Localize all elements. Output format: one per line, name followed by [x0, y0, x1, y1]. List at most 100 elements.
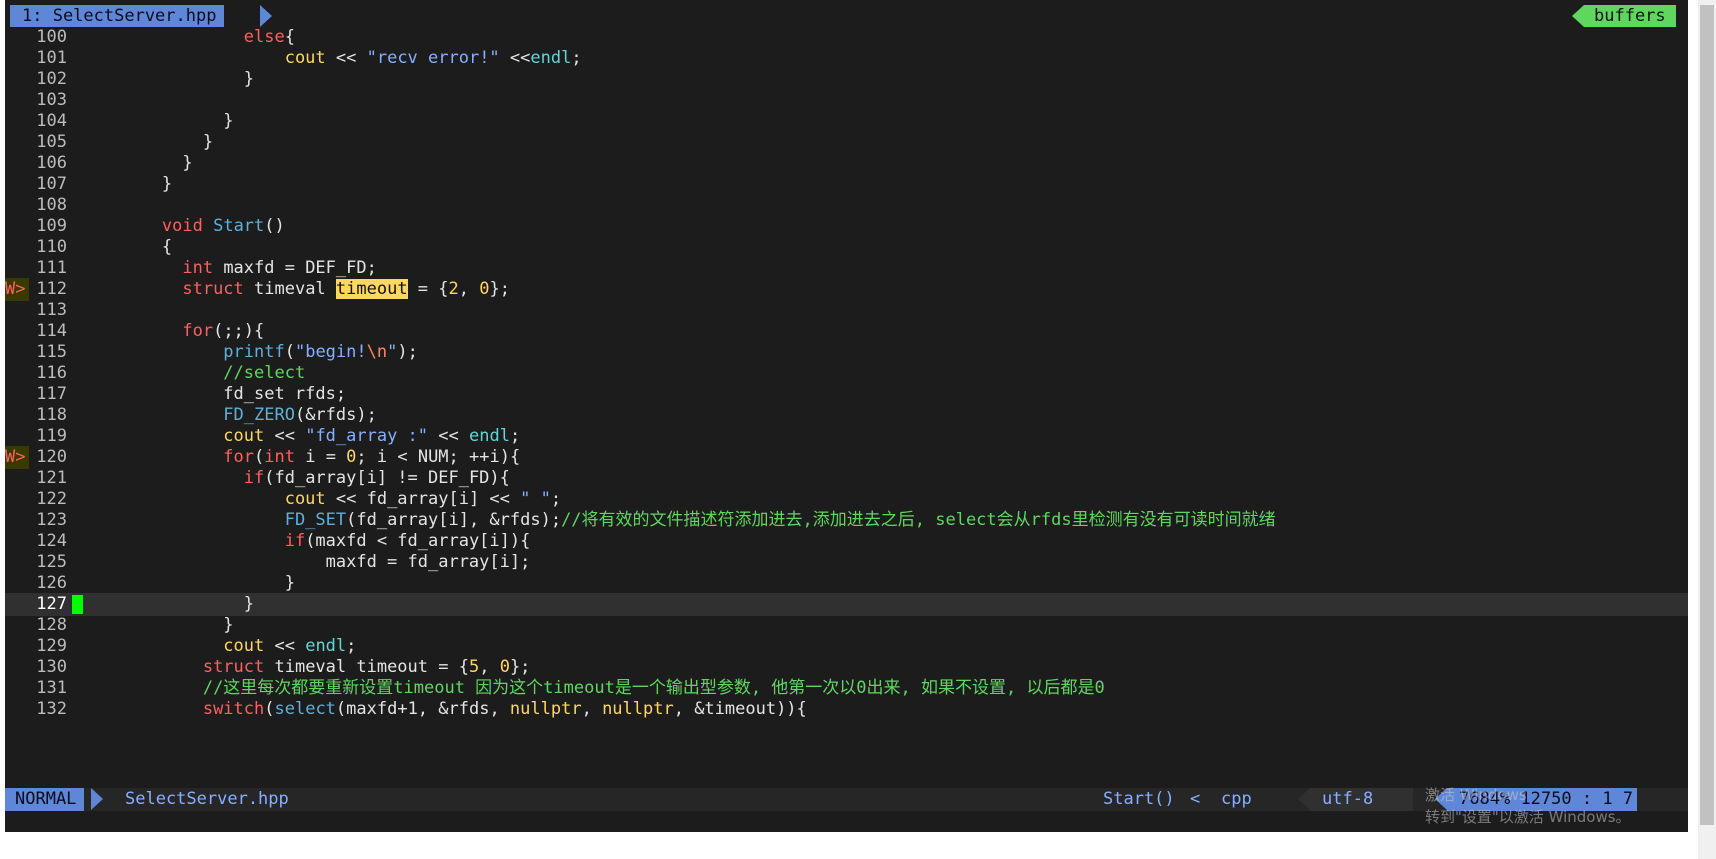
statusline: NORMAL SelectServer.hpp Start() < cpp ut…: [5, 788, 1688, 811]
line-number: 132: [36, 699, 67, 719]
code-text: switch(select(maxfd+1, &rfds, nullptr, n…: [202, 699, 807, 719]
code-line[interactable]: 100 else{: [5, 26, 1688, 49]
line-number: 100: [36, 27, 67, 47]
status-percent: 7684%: [1459, 789, 1511, 809]
status-position: 7684% 12750 : 1 7: [1447, 788, 1638, 811]
code-line[interactable]: 102 }: [5, 68, 1688, 91]
code-line[interactable]: 128 }: [5, 614, 1688, 637]
code-line[interactable]: 116 //select: [5, 362, 1688, 385]
code-text: }: [80, 69, 254, 89]
line-number: 130: [36, 657, 67, 677]
code-line[interactable]: 110 {: [5, 236, 1688, 259]
code-text: }: [80, 132, 214, 152]
code-text: }: [80, 153, 193, 173]
scrollbar-thumb[interactable]: [1700, 5, 1714, 825]
line-number: 107: [36, 174, 67, 194]
code-line[interactable]: W> 112 struct timeval timeout = {2, 0};: [5, 278, 1688, 301]
code-text: cout << endl;: [223, 636, 357, 656]
code-line[interactable]: 106 }: [5, 152, 1688, 175]
code-line[interactable]: 119 cout << "fd_array :" << endl;: [5, 425, 1688, 448]
code-line[interactable]: 126 }: [5, 572, 1688, 595]
line-number: 123: [36, 510, 67, 530]
mode-indicator: NORMAL: [5, 788, 85, 811]
code-text: for(;;){: [182, 321, 265, 341]
position-wedge-icon: [1435, 788, 1447, 810]
warning-sign-icon: W>: [5, 446, 29, 469]
tab-selectserver[interactable]: 1: SelectServer.hpp: [10, 5, 225, 27]
code-line[interactable]: 113: [5, 299, 1688, 322]
code-text: if(maxfd < fd_array[i]){: [284, 531, 531, 551]
status-line-col: 12750 : 1 7: [1520, 789, 1634, 809]
code-line[interactable]: 127 }: [5, 593, 1688, 616]
line-number: 115: [36, 342, 67, 362]
line-number: 119: [36, 426, 67, 446]
code-line[interactable]: 129 cout << endl;: [5, 635, 1688, 658]
code-text: void Start(): [161, 216, 285, 236]
code-text: if(fd_array[i] != DEF_FD){: [243, 468, 510, 488]
buffers-label[interactable]: buffers: [1584, 5, 1676, 27]
line-number: 103: [36, 90, 67, 110]
line-number: 111: [36, 258, 67, 278]
line-number: 127: [36, 594, 67, 614]
line-number: 109: [36, 216, 67, 236]
code-text: maxfd = fd_array[i];: [80, 552, 531, 572]
code-text: struct timeval timeout = {2, 0};: [182, 279, 510, 299]
code-text: }: [80, 111, 234, 131]
code-text: }: [80, 615, 234, 635]
code-text: int maxfd = DEF_FD;: [182, 258, 377, 278]
code-text: else{: [243, 27, 295, 47]
line-number: 110: [36, 237, 67, 257]
code-line[interactable]: 124 if(maxfd < fd_array[i]){: [5, 530, 1688, 553]
line-number: 120: [36, 447, 67, 467]
line-number: 108: [36, 195, 67, 215]
line-number: 124: [36, 531, 67, 551]
code-text: FD_ZERO(&rfds);: [223, 405, 377, 425]
line-number: 105: [36, 132, 67, 152]
line-number: 114: [36, 321, 67, 341]
line-number: 121: [36, 468, 67, 488]
code-line[interactable]: 130 struct timeval timeout = {5, 0};: [5, 656, 1688, 679]
line-number: 126: [36, 573, 67, 593]
status-filetype: cpp: [1221, 789, 1252, 809]
line-number: 106: [36, 153, 67, 173]
line-number: 112: [36, 279, 67, 299]
code-line[interactable]: 108: [5, 194, 1688, 217]
buffers-arrow-icon: [1572, 5, 1584, 27]
line-number: 101: [36, 48, 67, 68]
status-encoding: utf-8: [1310, 788, 1414, 811]
code-text: fd_set rfds;: [80, 384, 347, 404]
code-line[interactable]: 111 int maxfd = DEF_FD;: [5, 257, 1688, 280]
line-number: 102: [36, 69, 67, 89]
code-text: }: [80, 573, 295, 593]
code-text: }: [80, 594, 254, 614]
code-line[interactable]: 104 }: [5, 110, 1688, 133]
line-number: 118: [36, 405, 67, 425]
code-line[interactable]: 109 void Start(): [5, 215, 1688, 238]
code-line[interactable]: 105 }: [5, 131, 1688, 154]
code-line[interactable]: 122 cout << fd_array[i] << " ";: [5, 488, 1688, 511]
code-line[interactable]: 123 FD_SET(fd_array[i], &rfds);//将有效的文件描…: [5, 509, 1688, 532]
mode-arrow-icon: [91, 788, 103, 810]
code-text: cout << fd_array[i] << " ";: [284, 489, 562, 509]
code-line[interactable]: 121 if(fd_array[i] != DEF_FD){: [5, 467, 1688, 490]
code-line[interactable]: 107 }: [5, 173, 1688, 196]
code-line[interactable]: 125 maxfd = fd_array[i];: [5, 551, 1688, 574]
code-line[interactable]: W> 120 for(int i = 0; i < NUM; ++i){: [5, 446, 1688, 469]
line-number: 116: [36, 363, 67, 383]
chevron-left-icon: <: [1190, 789, 1201, 809]
code-line[interactable]: 101 cout << "recv error!" <<endl;: [5, 47, 1688, 70]
code-line[interactable]: 114 for(;;){: [5, 320, 1688, 343]
code-line[interactable]: 132 switch(select(maxfd+1, &rfds, nullpt…: [5, 698, 1688, 721]
status-function: Start(): [1103, 789, 1175, 809]
code-line[interactable]: 115 printf("begin!\n");: [5, 341, 1688, 364]
code-text: }: [80, 174, 173, 194]
code-line[interactable]: 103: [5, 89, 1688, 112]
code-line[interactable]: 131 //这里每次都要重新设置timeout 因为这个timeout是一个输出…: [5, 677, 1688, 700]
code-text: for(int i = 0; i < NUM; ++i){: [223, 447, 521, 467]
code-line[interactable]: 118 FD_ZERO(&rfds);: [5, 404, 1688, 427]
tab-arrow-icon: [260, 5, 272, 27]
line-number: 128: [36, 615, 67, 635]
code-text: FD_SET(fd_array[i], &rfds);//将有效的文件描述符添加…: [284, 510, 1276, 530]
code-text: //select: [223, 363, 306, 383]
code-line[interactable]: 117 fd_set rfds;: [5, 383, 1688, 406]
